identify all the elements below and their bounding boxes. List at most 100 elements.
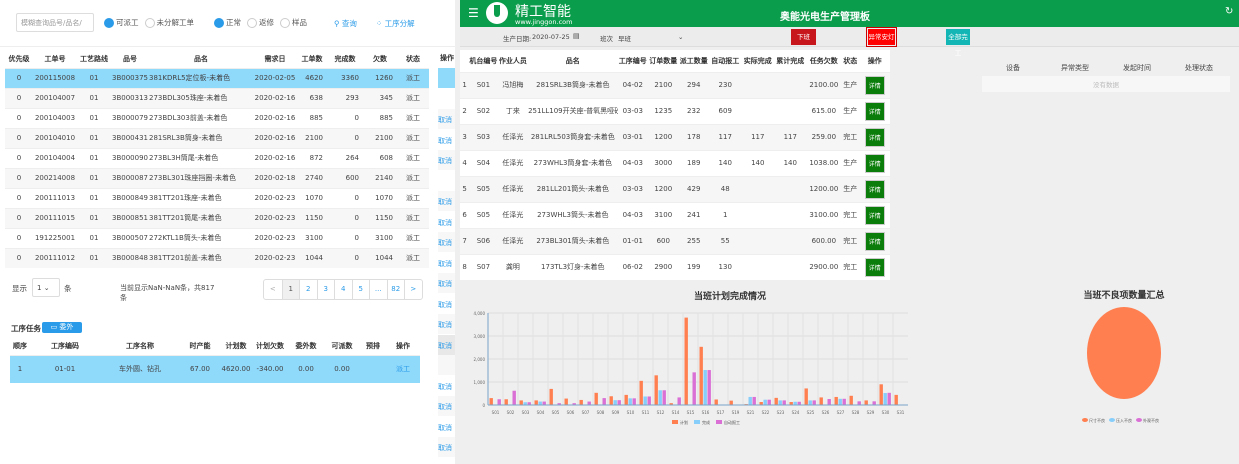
detail-button[interactable]: 详情 [864, 75, 885, 95]
page-button[interactable]: 1 [281, 280, 299, 299]
query-button[interactable]: ⚲ 查询 [334, 18, 357, 29]
filter-radio[interactable]: 正常 [214, 17, 241, 28]
table-cell: 01-01 [30, 355, 100, 383]
bar [834, 396, 838, 405]
alarm-button[interactable]: 异常安灯 [866, 27, 897, 47]
table-cell: 01 [77, 187, 111, 208]
table-cell: 600.00 [806, 227, 842, 254]
bar [872, 401, 876, 405]
bar [699, 346, 703, 405]
table-cell: 200214008 [33, 167, 77, 188]
table-cell: 200111012 [33, 247, 77, 268]
legend-label[interactable]: 外观不良 [1143, 417, 1159, 423]
filter-group: 可派工 未分解工单 正常 返修 样品 [104, 17, 307, 28]
x-tick-label: S05 [552, 410, 560, 415]
table-cell: 3B000849 [111, 187, 149, 208]
table-row[interactable]: 0 200115008 01 3B000375 381KDRL5定位板-未着色 2020-… [5, 67, 429, 88]
filter-radio[interactable]: 可派工 [104, 17, 139, 28]
detail-button[interactable]: 详情 [864, 205, 885, 225]
x-tick-label: S30 [882, 410, 890, 415]
pagination: <1 2 3 4 5... 82 > [263, 279, 423, 300]
page-button[interactable]: > [404, 280, 422, 299]
table-cell: 0 [327, 227, 363, 248]
table-row[interactable]: 0 200111012 01 3B000848 381TT201前盖-未着色 2020-0… [5, 247, 429, 268]
table-row[interactable]: 0 200104010 01 3B000431 281SRL3B筒身-未着色 2020-0… [5, 127, 429, 148]
detail-button[interactable]: 详情 [864, 153, 885, 173]
bar [624, 394, 628, 405]
table-cell: S05 [469, 201, 498, 228]
bar [579, 399, 583, 405]
detail-cell: 详情 [859, 123, 890, 150]
legend-label[interactable]: 自动报工 [724, 419, 740, 425]
bar [729, 400, 733, 405]
bar [827, 399, 831, 405]
detail-button[interactable]: 详情 [864, 179, 885, 199]
column-header: 工单号 [44, 54, 66, 63]
table-cell: 01 [77, 167, 111, 188]
table-row[interactable]: 0 200104003 01 3B000079 273BDL303前盖-未着色 2020-… [5, 107, 429, 128]
search-input[interactable]: 模糊查询品号/品名/ [16, 13, 94, 32]
page-button[interactable]: 82 [386, 280, 405, 299]
table-row[interactable]: 0 191225001 01 3B000507 272KTL1B筒头-未着色 2020-0… [5, 227, 429, 248]
legend-label[interactable]: 完成 [702, 419, 710, 425]
off-duty-button[interactable]: 下班 [791, 29, 816, 45]
table-row[interactable]: 0 200104004 01 3B000090 273BL3H筒尾-未着色 2020-02… [5, 147, 429, 168]
table-row[interactable]: 0 200104007 01 3B000313 273BDL305珠座-未着色 2020-… [5, 87, 429, 108]
table-cell: 3100 [648, 201, 679, 228]
bar [512, 390, 516, 405]
column-header: 订单数量 [649, 56, 678, 65]
bar [707, 370, 711, 405]
table-cell [774, 97, 807, 124]
detail-button[interactable]: 详情 [864, 231, 885, 251]
pie-slice [1087, 307, 1161, 399]
table-cell: 1070 [297, 187, 327, 208]
page-button[interactable]: 4 [334, 280, 352, 299]
page-size-select[interactable]: 1 ⌄ [32, 278, 60, 297]
split-button[interactable]: ⁘ 工序分解 [376, 18, 415, 29]
page-button[interactable]: < [264, 280, 282, 299]
date-input[interactable]: 2020-07-25 [530, 31, 572, 43]
x-tick-label: S09 [612, 410, 620, 415]
table-cell [741, 71, 775, 98]
filter-radio[interactable]: 未分解工单 [144, 17, 194, 28]
table-cell: 600 [648, 227, 679, 254]
bar [647, 396, 651, 405]
table-cell: 4 [460, 149, 470, 176]
page-button[interactable]: 3 [316, 280, 335, 299]
table-cell: 01 [77, 87, 111, 108]
detail-button[interactable]: 详情 [864, 101, 885, 121]
finish-all-button[interactable]: 全部完工 [946, 29, 970, 57]
column-header: 状态 [406, 54, 420, 63]
column-header: 优先级 [8, 54, 30, 63]
y-tick-label: 1,000 [474, 380, 486, 385]
table-row[interactable]: 0 200111015 01 3B000851 381TT201筒尾-未着色 2020-0… [5, 207, 429, 228]
column-header: 可派数 [324, 337, 360, 356]
table-row[interactable]: 0 200111013 01 3B000849 381TT201珠座-未着色 2020-0… [5, 187, 429, 208]
table-cell: 381KDRL5定位板-未着色 [149, 67, 253, 88]
filter-radio[interactable]: 返修 [247, 17, 274, 28]
page-button[interactable]: ... [369, 280, 387, 299]
dispatch-link[interactable]: 派工 [386, 355, 420, 383]
page-button[interactable]: 5 [351, 280, 370, 299]
table-cell: 3B000507 [111, 227, 149, 248]
table-cell: 4620 [297, 67, 327, 88]
legend-label[interactable]: 计划 [680, 419, 688, 425]
table-cell: 1235 [648, 97, 679, 124]
task-row[interactable]: 1 01-01 车外圆、钻孔 67.00 4620.00 -340.00 0.00 0.00 派… [10, 355, 420, 383]
filter-radio[interactable]: 样品 [280, 17, 307, 28]
detail-button[interactable]: 详情 [864, 127, 885, 147]
calendar-icon[interactable]: ▤ [573, 32, 580, 40]
shift-select[interactable]: 早班 ⌄ [618, 33, 688, 43]
bar [838, 398, 842, 405]
menu-icon[interactable]: ☰ [468, 6, 479, 20]
legend-label[interactable]: 压入不良 [1116, 417, 1132, 423]
legend-label[interactable]: 尺寸不良 [1089, 417, 1105, 423]
table-cell: 241 [678, 201, 709, 228]
table-cell: 140 [741, 149, 775, 176]
refresh-icon[interactable]: ↻ [1225, 6, 1233, 17]
table-cell: 117 [774, 123, 807, 150]
table-row[interactable]: 0 200214008 01 3B000087 273BL301珠座挡圈-未着色 2020… [5, 167, 429, 188]
detail-button[interactable]: 详情 [864, 257, 885, 277]
outsource-button[interactable]: ▭ 委外 [42, 322, 82, 333]
page-button[interactable]: 2 [299, 280, 317, 299]
